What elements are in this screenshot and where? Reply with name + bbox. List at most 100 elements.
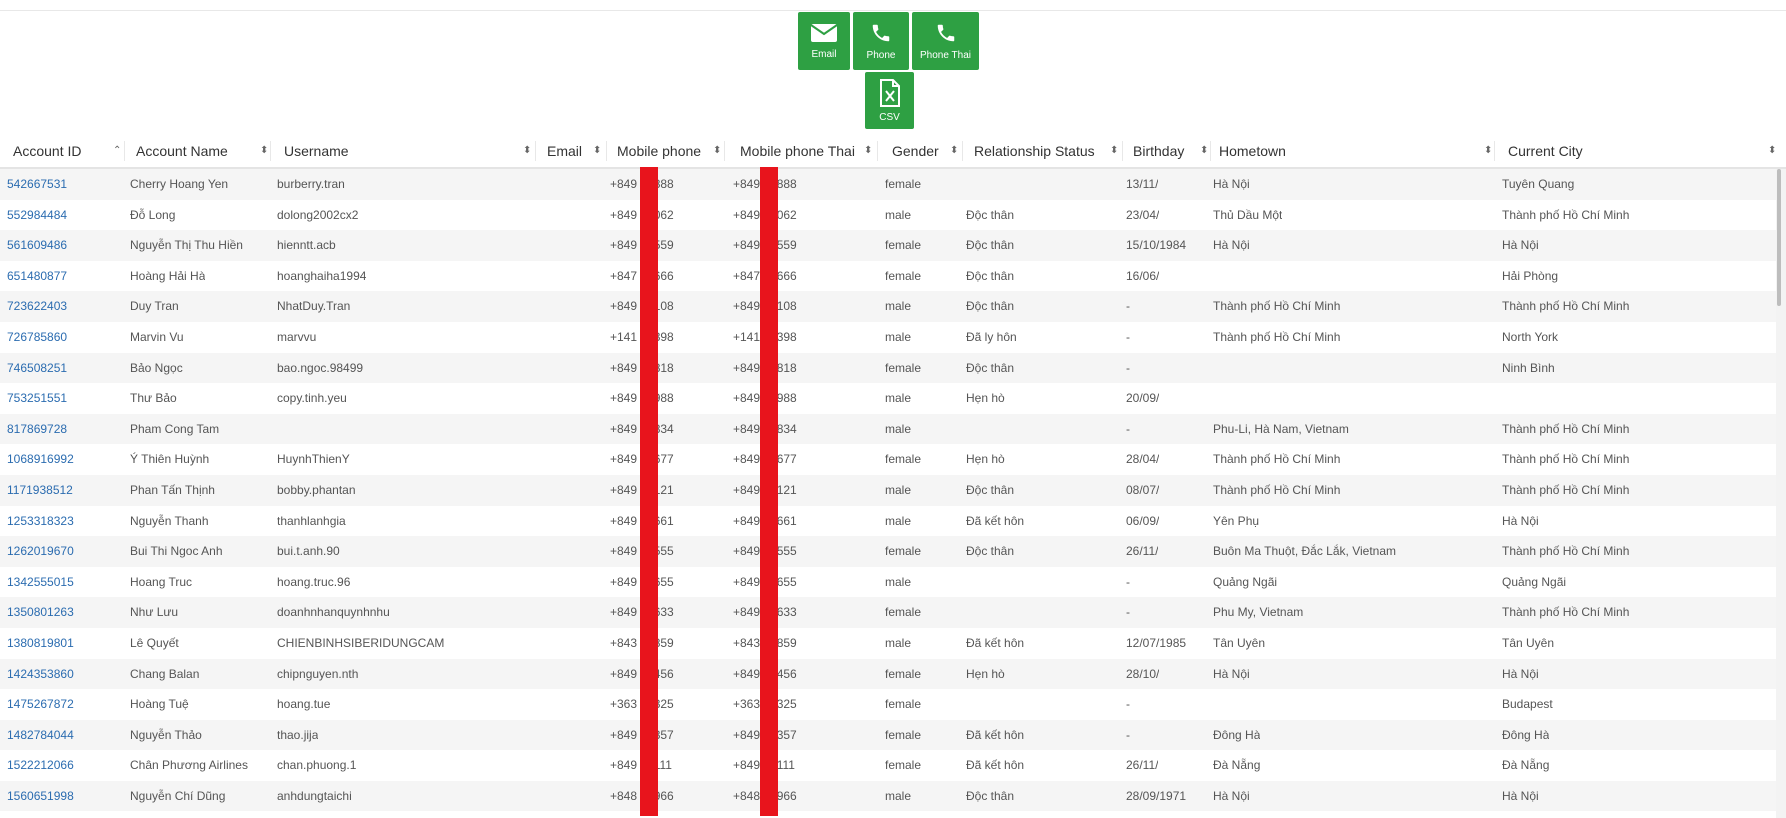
table-row[interactable]: 726785860Marvin Vumarvvu+141 06398+141 0… (0, 322, 1776, 353)
sort-icon[interactable]: ⬍ (593, 135, 601, 167)
account-id-link[interactable]: 753251551 (7, 383, 67, 414)
column-separator[interactable] (962, 141, 963, 161)
account-id-link[interactable]: 552984484 (7, 200, 67, 231)
table-row[interactable]: 552984484Đỗ Longdolong2002cx2+849 39062+… (0, 200, 1776, 231)
cell-account-name: Thư Bảo (130, 391, 177, 406)
scrollbar-thumb[interactable] (1777, 169, 1781, 306)
column-separator[interactable] (1494, 141, 1495, 161)
sort-icon[interactable]: ⬍ (950, 135, 958, 167)
column-header-account-id[interactable]: Account ID (13, 135, 81, 167)
table-row[interactable]: 1482784044Nguyễn Thảothao.jija+849 59357… (0, 719, 1776, 751)
sort-icon[interactable]: ⬍ (864, 135, 872, 167)
export-phone-thai-button[interactable]: Phone Thai (912, 12, 979, 70)
cell-account-name: Nguyễn Thị Thu Hiền (130, 238, 243, 253)
sort-icon[interactable]: ⬍ (1200, 135, 1208, 167)
account-id-link[interactable]: 651480877 (7, 261, 67, 292)
column-header-account-name[interactable]: Account Name (136, 135, 228, 167)
table-row[interactable]: 746508251Bảo Ngọcbao.ngoc.98499+849 6881… (0, 352, 1776, 384)
cell-hometown: Hà Nội (1213, 238, 1250, 253)
sort-icon[interactable]: ⬍ (523, 135, 531, 167)
column-header-mobile-phone[interactable]: Mobile phone (617, 135, 701, 167)
column-header-hometown[interactable]: Hometown (1219, 135, 1286, 167)
account-id-link[interactable]: 1068916992 (7, 444, 74, 475)
account-id-link[interactable]: 1350801263 (7, 597, 74, 628)
sort-icon[interactable]: ⬍ (1484, 135, 1492, 167)
column-header-mobile-phone-thai[interactable]: Mobile phone Thai (740, 135, 855, 167)
table-row[interactable]: 1068916992Ý Thiên HuỳnhHuynhThienY+849 7… (0, 444, 1776, 475)
table-row[interactable]: 1350801263Như Lưudoanhnhanquynhnhu+849 3… (0, 597, 1776, 628)
column-separator[interactable] (877, 141, 878, 161)
column-header-email[interactable]: Email (547, 135, 582, 167)
table-row[interactable]: 1171938512 Phan Tấn Thịnh bobby.phantan +84… (0, 474, 1776, 506)
account-id-link[interactable]: 542667531 (7, 169, 67, 200)
table-row[interactable]: 561609486 Nguyễn Thị Thu Hiền hienntt.acb +… (0, 230, 1776, 261)
cell-relationship-status: Độc thân (966, 238, 1015, 253)
account-id-link[interactable]: 1342555015 (7, 567, 74, 598)
cell-username: bobby.phantan (277, 482, 356, 497)
account-id-link[interactable]: 1424353860 (7, 659, 74, 690)
column-separator[interactable] (535, 141, 536, 161)
cell-birthday: - (1126, 299, 1130, 314)
column-separator[interactable] (270, 141, 271, 161)
sort-icon[interactable]: ⬍ (1768, 135, 1776, 167)
column-separator[interactable] (124, 141, 125, 161)
column-separator[interactable] (1122, 141, 1123, 161)
cell-account-name: Hoàng Tuệ (130, 697, 189, 712)
table-row[interactable]: 1253318323Nguyễn Thanhthanhlanhgia+849 6… (0, 506, 1776, 537)
cell-account-name: Phan Tấn Thịnh (130, 482, 215, 497)
cell-current-city: Hà Nội (1502, 238, 1539, 253)
account-id-link[interactable]: 1171938512 (7, 475, 73, 506)
table-row[interactable]: 753251551Thư Bảocopy.tinh.yeu+849 85988+… (0, 383, 1776, 414)
column-header-gender[interactable]: Gender (892, 135, 939, 167)
account-id-link[interactable]: 1262019670 (7, 536, 74, 567)
column-separator[interactable] (724, 141, 725, 161)
cell-username: hienntt.acb (277, 238, 336, 253)
cell-birthday: 12/07/1985 (1126, 635, 1187, 650)
account-id-link[interactable]: 1560651998 (7, 781, 74, 812)
table-row[interactable]: 1342555015Hoang Truchoang.truc.96+849 60… (0, 567, 1776, 598)
cell-current-city: Ninh Bình (1502, 360, 1555, 375)
export-phone-button[interactable]: Phone (853, 12, 909, 70)
cell-username: hoang.tue (277, 697, 331, 712)
table-row[interactable]: 542667531 Cherry Hoang Yen burberry.tran +8… (0, 169, 1776, 200)
table-row[interactable]: 651480877 Hoàng Hải Hà hoanghaiha1994 +847 … (0, 261, 1776, 292)
cell-birthday: 16/06/ (1126, 268, 1160, 283)
account-id-link[interactable]: 1482784044 (7, 720, 74, 751)
table-row[interactable]: 1475267872Hoàng Tuệhoang.tue+363 81325+3… (0, 689, 1776, 720)
cell-account-name: Bui Thi Ngoc Anh (130, 544, 223, 559)
column-header-current-city[interactable]: Current City (1508, 135, 1583, 167)
account-id-link[interactable]: 726785860 (7, 322, 67, 353)
account-id-link[interactable]: 1380819801 (7, 628, 74, 659)
column-header-relationship-status[interactable]: Relationship Status (974, 135, 1095, 167)
table-row[interactable]: 1380819801 Lê Quyết CHIENBINHSIBERIDUNGCAM… (0, 628, 1776, 659)
account-id-link[interactable]: 1253318323 (7, 506, 74, 537)
sort-ascending-icon[interactable]: ⌃ (113, 135, 121, 167)
column-separator[interactable] (606, 141, 607, 161)
account-id-link[interactable]: 1522212066 (7, 750, 74, 781)
account-id-link[interactable]: 723622403 (7, 291, 67, 322)
table-row[interactable]: 1424353860 Chang Balan chipnguyen.nth +849 … (0, 658, 1776, 690)
table-row[interactable]: 1522212066 Chân Phương Airlines chan.phuon… (0, 750, 1776, 781)
export-email-button[interactable]: Email (798, 12, 850, 70)
table-row[interactable]: 817869728Pham Cong Tam+849 44834+849 448… (0, 413, 1776, 445)
sort-icon[interactable]: ⬍ (260, 135, 268, 167)
sort-icon[interactable]: ⬍ (713, 135, 721, 167)
table-row[interactable]: 1262019670 Bui Thi Ngoc Anh bui.t.anh.90 +8… (0, 536, 1776, 567)
account-id-link[interactable]: 746508251 (7, 353, 67, 384)
column-separator[interactable] (1210, 141, 1211, 161)
cell-username: NhatDuy.Tran (277, 299, 351, 314)
cell-current-city: Đông Hà (1502, 727, 1550, 742)
column-header-username[interactable]: Username (284, 135, 349, 167)
column-header-birthday[interactable]: Birthday (1133, 135, 1184, 167)
export-csv-button[interactable]: CSV (865, 72, 914, 129)
cell-current-city: Quảng Ngãi (1502, 574, 1567, 589)
cell-gender: male (885, 299, 912, 314)
cell-relationship-status: Đã kết hôn (966, 758, 1025, 773)
account-id-link[interactable]: 817869728 (7, 414, 67, 445)
account-id-link[interactable]: 561609486 (7, 230, 67, 261)
table-row[interactable]: 1560651998 Nguyễn Chí Dũng anhdungtaichi +8… (0, 780, 1776, 812)
account-id-link[interactable]: 1475267872 (7, 689, 74, 720)
sort-icon[interactable]: ⬍ (1110, 135, 1118, 167)
cell-username: thao.jija (277, 727, 319, 742)
table-row[interactable]: 723622403Duy TranNhatDuy.Tran+849 35108+… (0, 291, 1776, 322)
